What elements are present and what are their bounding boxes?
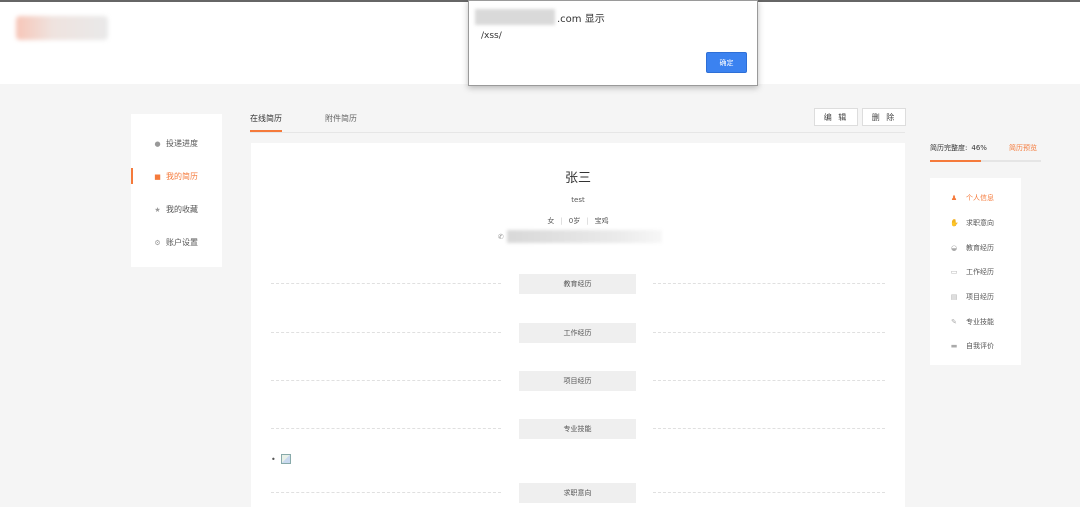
nav-item-projects[interactable]: ▤ 项目经历 [930, 285, 1021, 310]
hand-icon: ✋ [950, 219, 959, 228]
resume-name: 张三 [564, 171, 591, 186]
menu-item-label: 我的收藏 [166, 205, 198, 214]
nav-item-label: 个人信息 [966, 194, 994, 203]
menu-item-my-resume[interactable]: ■ 我的简历 [131, 160, 222, 193]
cap-icon: ◒ [950, 243, 958, 252]
star-icon: ★ [154, 205, 161, 214]
age: 0岁 [568, 217, 581, 225]
menu-item-favorites[interactable]: ★ 我的收藏 [131, 193, 222, 226]
resume-panel: 张三 test 女 | 0岁 | 宝鸡 ✆ 教育经历 工作经历 项目经历 专业技能 • … [251, 143, 905, 507]
account-menu: ● 投递进度 ■ 我的简历 ★ 我的收藏 ⚙ 账户设置 [131, 114, 222, 267]
comment-icon: ▬ [950, 342, 958, 351]
resume-subtitle: test [571, 196, 585, 204]
resume-section-nav: ♟ 个人信息 ✋ 求职意向 ◒ 教育经历 ▭ 工作经历 ▤ 项目经历 ✎ 专业技… [930, 178, 1021, 365]
section-title: 求职意向 [519, 483, 636, 503]
broken-image-icon [280, 454, 291, 464]
completeness-bar-fill [930, 160, 982, 162]
completeness-value: 46% [971, 144, 987, 152]
nav-item-label: 项目经历 [966, 293, 994, 302]
section-title: 专业技能 [519, 419, 636, 439]
nav-item-label: 求职意向 [966, 219, 994, 228]
section-title: 项目经历 [519, 371, 636, 391]
nav-item-self-evaluation[interactable]: ▬ 自我评价 [930, 334, 1021, 359]
menu-item-progress[interactable]: ● 投递进度 [131, 127, 222, 160]
section-work: 工作经历 [271, 323, 885, 343]
completeness-bar [930, 160, 1041, 162]
nav-item-skills[interactable]: ✎ 专业技能 [930, 309, 1021, 334]
resume-preview-link[interactable]: 简历预览 [1009, 143, 1037, 153]
delete-button[interactable]: 删 除 [862, 108, 906, 126]
document-icon: ▤ [950, 293, 958, 302]
nav-item-personal-info[interactable]: ♟ 个人信息 [930, 186, 1021, 211]
section-skills: 专业技能 [271, 419, 885, 439]
clock-icon: ● [154, 139, 161, 148]
resume-icon: ■ [154, 172, 161, 181]
user-icon: ♟ [950, 194, 958, 203]
tab-attachment-resume[interactable]: 附件简历 [325, 113, 357, 130]
section-job-intention: 求职意向 [271, 483, 885, 503]
menu-item-label: 投递进度 [166, 139, 198, 148]
section-projects: 项目经历 [271, 371, 885, 391]
dialog-message: /xss/ [481, 31, 502, 41]
tab-online-resume[interactable]: 在线简历 [250, 113, 282, 132]
skill-item: • [271, 454, 291, 464]
menu-item-label: 我的简历 [166, 172, 198, 181]
resume-basic-info: 女 | 0岁 | 宝鸡 [547, 217, 609, 225]
briefcase-icon: ▭ [950, 268, 958, 277]
gear-icon: ⚙ [154, 238, 161, 247]
nav-item-label: 工作经历 [966, 268, 994, 277]
resume-tabs: 在线简历 附件简历 [250, 106, 905, 133]
bullet: • [271, 454, 276, 464]
contact-info: ✆ [498, 230, 662, 243]
redacted-domain [475, 9, 555, 25]
completeness-label: 简历完整度: [930, 144, 968, 152]
nav-item-education[interactable]: ◒ 教育经历 [930, 235, 1021, 260]
site-logo[interactable] [16, 16, 108, 40]
section-title: 工作经历 [519, 323, 636, 343]
edit-button[interactable]: 编 辑 [814, 108, 858, 126]
ok-button[interactable]: 确定 [706, 52, 747, 73]
completeness-row: 简历完整度: 46% 简历预览 [930, 143, 1037, 153]
nav-item-work[interactable]: ▭ 工作经历 [930, 260, 1021, 285]
section-title: 教育经历 [519, 274, 636, 294]
dialog-origin: .com 显示 [475, 9, 605, 25]
dialog-origin-text: .com 显示 [557, 13, 605, 25]
redacted-contact [506, 230, 662, 243]
menu-item-account-settings[interactable]: ⚙ 账户设置 [131, 226, 222, 259]
location: 宝鸡 [594, 217, 609, 225]
gender: 女 [547, 217, 555, 225]
nav-item-label: 专业技能 [966, 317, 994, 326]
section-education: 教育经历 [271, 274, 885, 294]
nav-item-label: 教育经历 [966, 243, 994, 252]
phone-icon: ✆ [498, 232, 504, 241]
wrench-icon: ✎ [951, 317, 957, 326]
alert-dialog: .com 显示 /xss/ 确定 [468, 0, 758, 86]
menu-item-label: 账户设置 [166, 238, 198, 247]
nav-item-label: 自我评价 [966, 342, 994, 351]
nav-item-job-intention[interactable]: ✋ 求职意向 [930, 211, 1021, 236]
